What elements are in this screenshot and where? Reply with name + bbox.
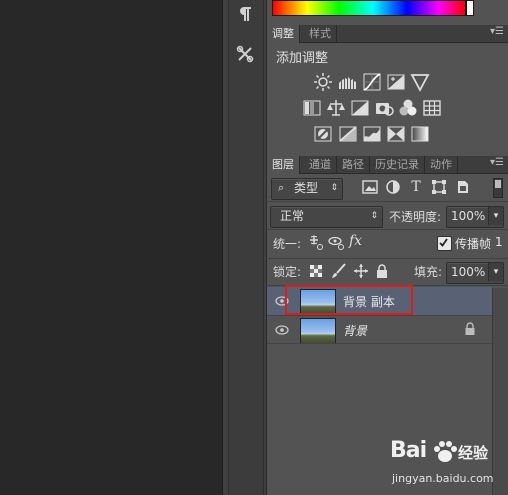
propagate-value: 1 [495, 235, 503, 249]
dock-inner [228, 0, 264, 495]
filter-smart-object-icon[interactable] [455, 179, 471, 195]
unify-position-icon[interactable] [307, 235, 325, 251]
tab-history[interactable]: 历史记录 [370, 156, 425, 174]
lock-position-icon[interactable] [353, 263, 369, 279]
brightness-contrast-icon[interactable] [313, 72, 333, 92]
hue-saturation-icon[interactable] [302, 98, 322, 118]
layer-filter-value: 类型 [294, 181, 319, 195]
black-white-icon[interactable] [350, 98, 370, 118]
tab-adjustments[interactable]: 调整 [267, 25, 300, 43]
filter-adjustment-icon[interactable] [385, 179, 401, 195]
watermark-suffix: 经验 [458, 444, 489, 462]
tab-channels[interactable]: 通道 [304, 156, 337, 174]
layer-name: 背景 [343, 324, 368, 338]
paragraph-icon[interactable] [231, 2, 259, 26]
divider [266, 229, 508, 230]
lock-icon [464, 322, 476, 336]
levels-icon[interactable] [338, 72, 358, 92]
unify-style-icon[interactable]: fx [349, 233, 369, 251]
layer-thumbnail [300, 318, 336, 344]
color-balance-icon[interactable] [326, 98, 346, 118]
document-canvas [0, 0, 222, 495]
divider [266, 258, 508, 259]
photo-filter-icon[interactable] [374, 98, 394, 118]
adjustments-title: 添加调整 [276, 51, 329, 66]
divider [267, 343, 492, 344]
tools-preset-icon[interactable] [231, 42, 259, 66]
filter-type-icon[interactable]: T [408, 179, 424, 195]
baidu-jingyan-watermark: Bai 经验 jingyan.baidu.com [388, 436, 506, 492]
stepper-icon: ⇕ [370, 211, 378, 221]
tab-styles[interactable]: 样式 [304, 25, 337, 43]
vibrance-icon[interactable] [410, 72, 430, 92]
fill-value: 100% [451, 265, 486, 279]
lock-all-icon[interactable] [375, 263, 389, 279]
filter-shape-icon[interactable] [431, 179, 447, 195]
layers-tabbar: 图层 通道 路径 历史记录 动作 ▾☰ [267, 156, 508, 174]
panel-menu-icon[interactable]: ▾☰ [490, 26, 504, 37]
blend-mode-value: 正常 [280, 209, 305, 223]
filter-pixel-icon[interactable] [362, 179, 378, 195]
layer-row[interactable]: 背景 [267, 316, 492, 344]
chevron-down-icon[interactable]: ▾ [488, 207, 503, 225]
color-lookup-icon[interactable] [422, 98, 442, 118]
lock-transparent-icon[interactable] [309, 264, 323, 278]
chevron-down-icon[interactable]: ▾ [488, 263, 503, 281]
opacity-value: 100% [451, 209, 486, 223]
curves-icon[interactable] [362, 72, 382, 92]
search-icon: ⌕ [278, 181, 285, 194]
blend-mode-select[interactable]: 正常 ⇕ [270, 206, 383, 228]
lock-pixels-icon[interactable] [331, 263, 347, 279]
layers-panel-menu-icon[interactable]: ▾☰ [490, 157, 504, 168]
lock-label: 锁定: [273, 265, 302, 279]
watermark-url: jingyan.baidu.com [392, 472, 494, 485]
channel-mixer-icon[interactable] [398, 98, 418, 118]
tab-layers[interactable]: 图层 [267, 156, 300, 174]
threshold-icon[interactable] [362, 124, 382, 144]
layer-filter-select[interactable]: ⌕ 类型 ⇕ [271, 178, 343, 200]
propagate-label: 传播帧 [455, 237, 492, 251]
tab-paths[interactable]: 路径 [337, 156, 370, 174]
divider [266, 201, 508, 202]
stepper-icon: ⇕ [330, 183, 338, 193]
eye-icon[interactable] [275, 325, 289, 335]
unify-visibility-icon[interactable] [328, 235, 346, 251]
unify-label: 统一: [273, 237, 302, 251]
paw-icon [432, 440, 458, 464]
filter-toggle-switch[interactable] [493, 178, 503, 198]
fill-label: 填充: [414, 265, 443, 279]
adjustments-tabbar: 调整 样式 ▾☰ [267, 25, 508, 43]
exposure-icon[interactable] [386, 72, 406, 92]
propagate-checkbox[interactable] [437, 236, 452, 251]
tab-actions[interactable]: 动作 [425, 156, 458, 174]
color-spectrum-bar[interactable] [272, 0, 474, 16]
selective-color-icon[interactable] [386, 124, 406, 144]
gradient-map-icon[interactable] [410, 124, 430, 144]
fill-field[interactable]: 100% ▾ [446, 262, 504, 284]
annotation-highlight-box [285, 285, 413, 315]
invert-icon[interactable] [313, 124, 333, 144]
opacity-label: 不透明度: [389, 210, 442, 224]
watermark-brand: Bai [390, 438, 427, 463]
opacity-field[interactable]: 100% ▾ [446, 206, 504, 228]
posterize-icon[interactable] [338, 124, 358, 144]
panel-dock-strip [222, 0, 477, 495]
